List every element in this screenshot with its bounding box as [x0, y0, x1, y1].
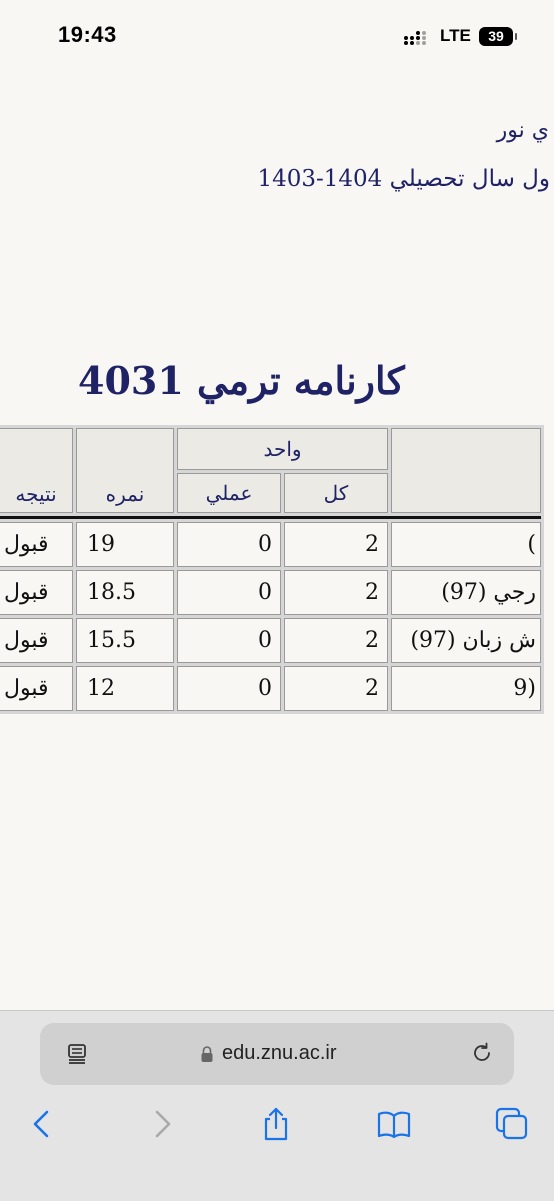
bookmarks-icon[interactable]	[376, 1106, 412, 1142]
table-row: قبول 15.5 0 2 ش زبان (97)	[0, 618, 541, 663]
cell-practical: 0	[177, 522, 281, 567]
cell-course: ش زبان (97)	[391, 618, 541, 663]
academic-year-line: ول سال تحصيلي 1404-1403	[257, 166, 550, 192]
status-time: 19:43	[58, 22, 117, 47]
header-grade: نمره	[76, 428, 174, 513]
status-bar: 19:43 LTE 39	[0, 0, 554, 70]
cell-practical: 0	[177, 570, 281, 615]
web-page: ي نور ول سال تحصيلي 1404-1403 كارنامه تر…	[0, 70, 554, 1010]
cell-result: قبول	[0, 570, 73, 615]
forward-icon[interactable]	[144, 1106, 180, 1142]
cell-total: 2	[284, 618, 388, 663]
cell-practical: 0	[177, 618, 281, 663]
cell-grade: 18.5	[76, 570, 174, 615]
header-divider	[0, 516, 541, 519]
lock-icon	[201, 1046, 213, 1062]
header-result: نتيجه	[0, 428, 73, 513]
cellular-signal-icon	[404, 30, 434, 46]
page-menu-icon[interactable]	[66, 1043, 88, 1065]
header-course	[391, 428, 541, 513]
tabs-icon[interactable]	[494, 1106, 530, 1142]
cell-result: قبول	[0, 522, 73, 567]
cell-grade: 15.5	[76, 618, 174, 663]
header-units: واحد	[177, 428, 388, 470]
cell-result: قبول	[0, 666, 73, 711]
header-total: كل	[284, 473, 388, 513]
cell-course: رجي (97)	[391, 570, 541, 615]
cell-course: (9	[391, 666, 541, 711]
back-icon[interactable]	[24, 1106, 60, 1142]
share-icon[interactable]	[258, 1106, 294, 1142]
cell-practical: 0	[177, 666, 281, 711]
cell-result: قبول	[0, 618, 73, 663]
cell-grade: 12	[76, 666, 174, 711]
page-title: كارنامه ترمي 4031	[78, 358, 405, 403]
table-row: قبول 18.5 0 2 رجي (97)	[0, 570, 541, 615]
cell-grade: 19	[76, 522, 174, 567]
table-row: قبول 19 0 2 )	[0, 522, 541, 567]
cell-total: 2	[284, 666, 388, 711]
grades-table: نتيجه نمره واحد عملي كل قبول 19 0 2 ) قب…	[0, 425, 544, 714]
cell-total: 2	[284, 522, 388, 567]
address-bar[interactable]: edu.znu.ac.ir	[40, 1023, 514, 1085]
battery-icon: 39	[479, 27, 517, 46]
cell-course: )	[391, 522, 541, 567]
student-name-line: ي نور	[496, 118, 549, 143]
url-text[interactable]: edu.znu.ac.ir	[222, 1042, 337, 1065]
safari-toolbar: edu.znu.ac.ir	[0, 1010, 554, 1201]
network-type: LTE	[440, 26, 471, 45]
table-row: قبول 12 0 2 (9	[0, 666, 541, 711]
reload-icon[interactable]	[470, 1041, 494, 1065]
header-practical: عملي	[177, 473, 281, 513]
cell-total: 2	[284, 570, 388, 615]
